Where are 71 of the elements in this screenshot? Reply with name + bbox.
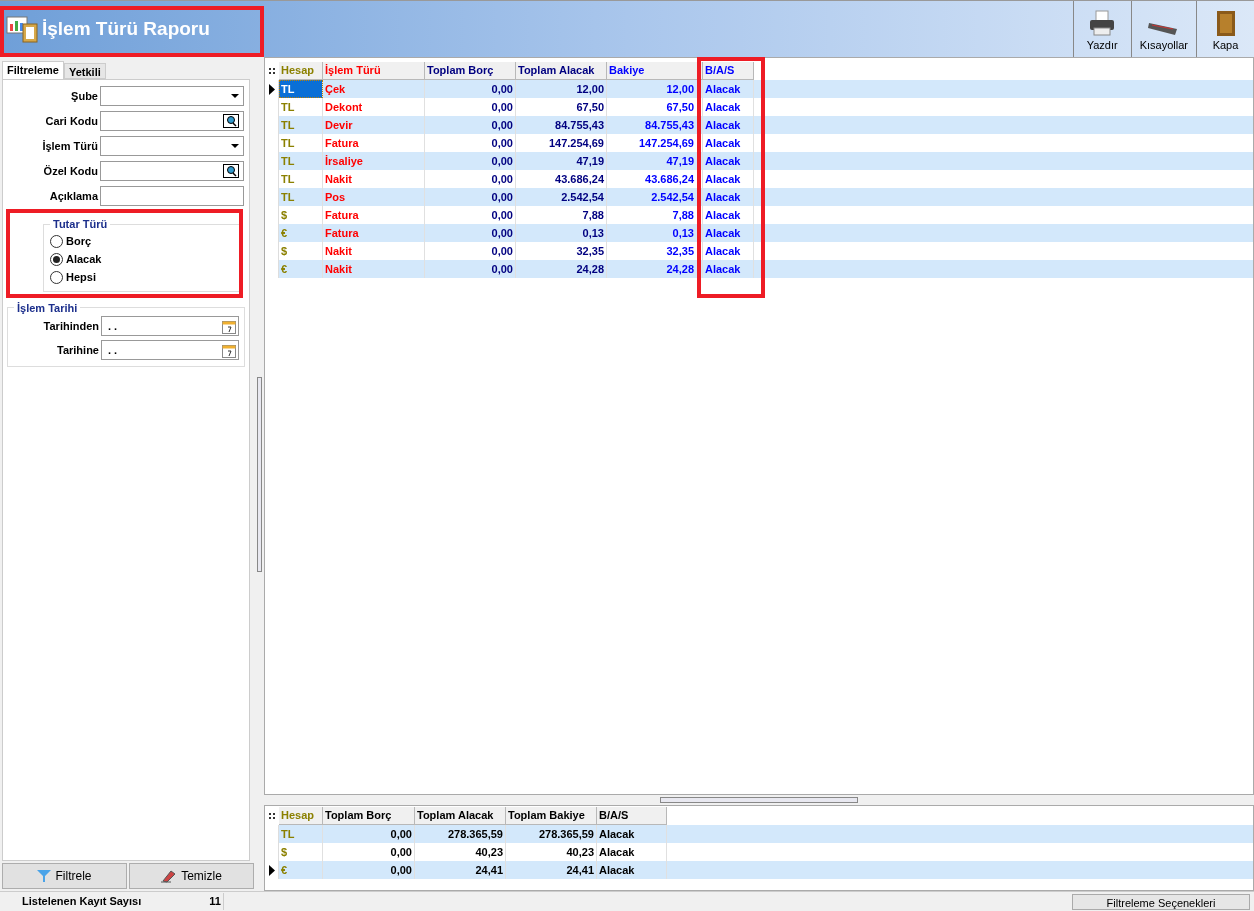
dropdown-arrow-icon: [231, 94, 239, 98]
calendar-icon: [222, 342, 236, 358]
column-header[interactable]: Hesap: [279, 62, 323, 80]
action-button[interactable]: Filtrele: [2, 863, 127, 889]
column-header[interactable]: Toplam Borç: [425, 62, 516, 80]
column-header[interactable]: Bakiye: [607, 62, 703, 80]
tab[interactable]: Filtreleme: [2, 61, 64, 79]
toolbar-button[interactable]: Kapa: [1196, 1, 1254, 57]
table-cell: 0,00: [425, 260, 516, 278]
lookup-icon: [223, 114, 239, 128]
splitter-handle[interactable]: [256, 376, 262, 572]
dropdown-arrow-icon: [231, 144, 239, 148]
column-header[interactable]: Toplam Bakiye: [506, 807, 597, 825]
field-label: Tarihinden: [42, 318, 100, 334]
calendar-icon: [222, 318, 236, 334]
table-cell: 24,28: [516, 260, 607, 278]
field-label: Özel Kodu: [42, 163, 99, 179]
column-header[interactable]: İşlem Türü: [323, 62, 425, 80]
input-field[interactable]: [100, 161, 244, 181]
tab[interactable]: Yetkili: [63, 63, 106, 79]
group-title: İşlem Tarihi: [16, 300, 79, 316]
radio-option[interactable]: Alacak: [50, 250, 234, 269]
table-cell: Nakit: [323, 260, 425, 278]
action-button[interactable]: Temizle: [129, 863, 254, 889]
splitter-handle[interactable]: [660, 797, 858, 803]
field-label: Cari Kodu: [44, 113, 99, 129]
input-field[interactable]: [100, 136, 244, 156]
input-field[interactable]: [100, 186, 244, 206]
door-icon: [1214, 8, 1237, 37]
lookup-icon: [223, 164, 239, 178]
window-title: İşlem Türü Raporu: [42, 16, 210, 41]
filter-options-button[interactable]: Filtreleme Seçenekleri: [1072, 893, 1250, 910]
column-header[interactable]: B/A/S: [597, 807, 667, 825]
radio-option[interactable]: Hepsi: [50, 268, 234, 287]
date-field[interactable]: . .: [101, 316, 239, 336]
row-pointer-icon: [268, 83, 275, 95]
date-field[interactable]: . .: [101, 340, 239, 360]
table-cell: Alacak: [597, 861, 667, 879]
status-label: Listelenen Kayıt Sayısı: [21, 894, 143, 910]
column-header[interactable]: Hesap: [279, 807, 323, 825]
table-cell: TL: [279, 80, 323, 98]
table-cell: 0,00: [323, 861, 415, 879]
table-cell: 24,41: [415, 861, 506, 879]
column-header[interactable]: Toplam Alacak: [516, 62, 607, 80]
column-header[interactable]: Toplam Alacak: [415, 807, 506, 825]
radio-option[interactable]: Borç: [50, 232, 234, 251]
field-label: Açıklama: [48, 188, 100, 204]
report-icon: [6, 14, 40, 44]
table-cell: 24,41: [506, 861, 597, 879]
table-cell: Alacak: [703, 260, 754, 278]
grid-corner-icon: [269, 68, 275, 74]
group-title: Tutar Türü: [52, 217, 109, 232]
filter-icon: [37, 869, 52, 883]
table-cell: €: [279, 260, 323, 278]
row-pointer-icon: [268, 864, 275, 876]
radio-button[interactable]: [50, 271, 63, 284]
radio-button[interactable]: [50, 235, 63, 248]
input-field[interactable]: [100, 111, 244, 131]
radio-button[interactable]: [50, 253, 63, 266]
field-label: Tarihine: [56, 342, 100, 358]
input-field[interactable]: [100, 86, 244, 106]
grid-corner-icon: [269, 813, 275, 819]
field-label: İşlem Türü: [41, 138, 99, 154]
table-cell: €: [279, 861, 323, 879]
eraser-icon: [161, 869, 178, 883]
toolbar-button[interactable]: Yazdır: [1072, 1, 1131, 57]
column-header[interactable]: Toplam Borç: [323, 807, 415, 825]
table-cell: 24,28: [607, 260, 703, 278]
column-header[interactable]: B/A/S: [703, 62, 754, 80]
record-count: 11: [150, 893, 224, 910]
field-label: Şube: [70, 88, 99, 104]
